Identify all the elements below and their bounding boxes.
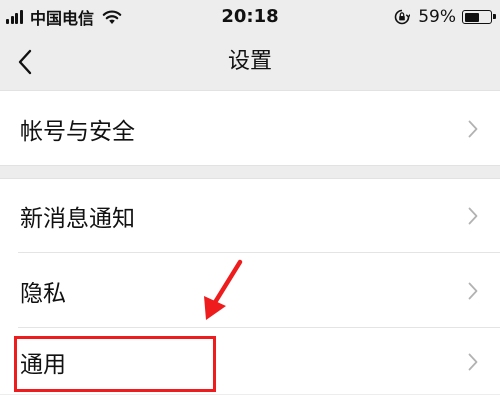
status-right: 59%: [394, 5, 496, 29]
chevron-right-icon: [468, 207, 478, 225]
settings-row-label: 通用: [20, 351, 66, 378]
settings-group-account: 帐号与安全: [0, 90, 500, 166]
orientation-lock-icon: [394, 9, 411, 25]
battery-icon: [462, 10, 496, 24]
chevron-right-icon: [468, 282, 478, 299]
page-title: 设置: [227, 49, 272, 74]
settings-row-account-security[interactable]: 帐号与安全: [0, 91, 500, 166]
chevron-right-icon: [468, 120, 478, 137]
battery-tip: [493, 14, 496, 19]
status-bar: 中国电信 20:18 59%: [0, 0, 500, 34]
settings-row-general[interactable]: 通用: [0, 328, 500, 395]
nav-bar: 设置: [0, 34, 500, 90]
settings-group-general: 新消息通知 隐私 通用: [0, 178, 500, 394]
settings-row-label: 帐号与安全: [20, 118, 135, 145]
settings-row-notifications[interactable]: 新消息通知: [0, 179, 500, 253]
settings-row-label: 新消息通知: [20, 206, 135, 232]
chevron-right-icon: [468, 353, 478, 370]
settings-row-label: 隐私: [20, 280, 66, 307]
battery-fill: [464, 12, 479, 22]
battery-percent: 59%: [418, 7, 456, 27]
settings-row-privacy[interactable]: 隐私: [0, 253, 500, 328]
